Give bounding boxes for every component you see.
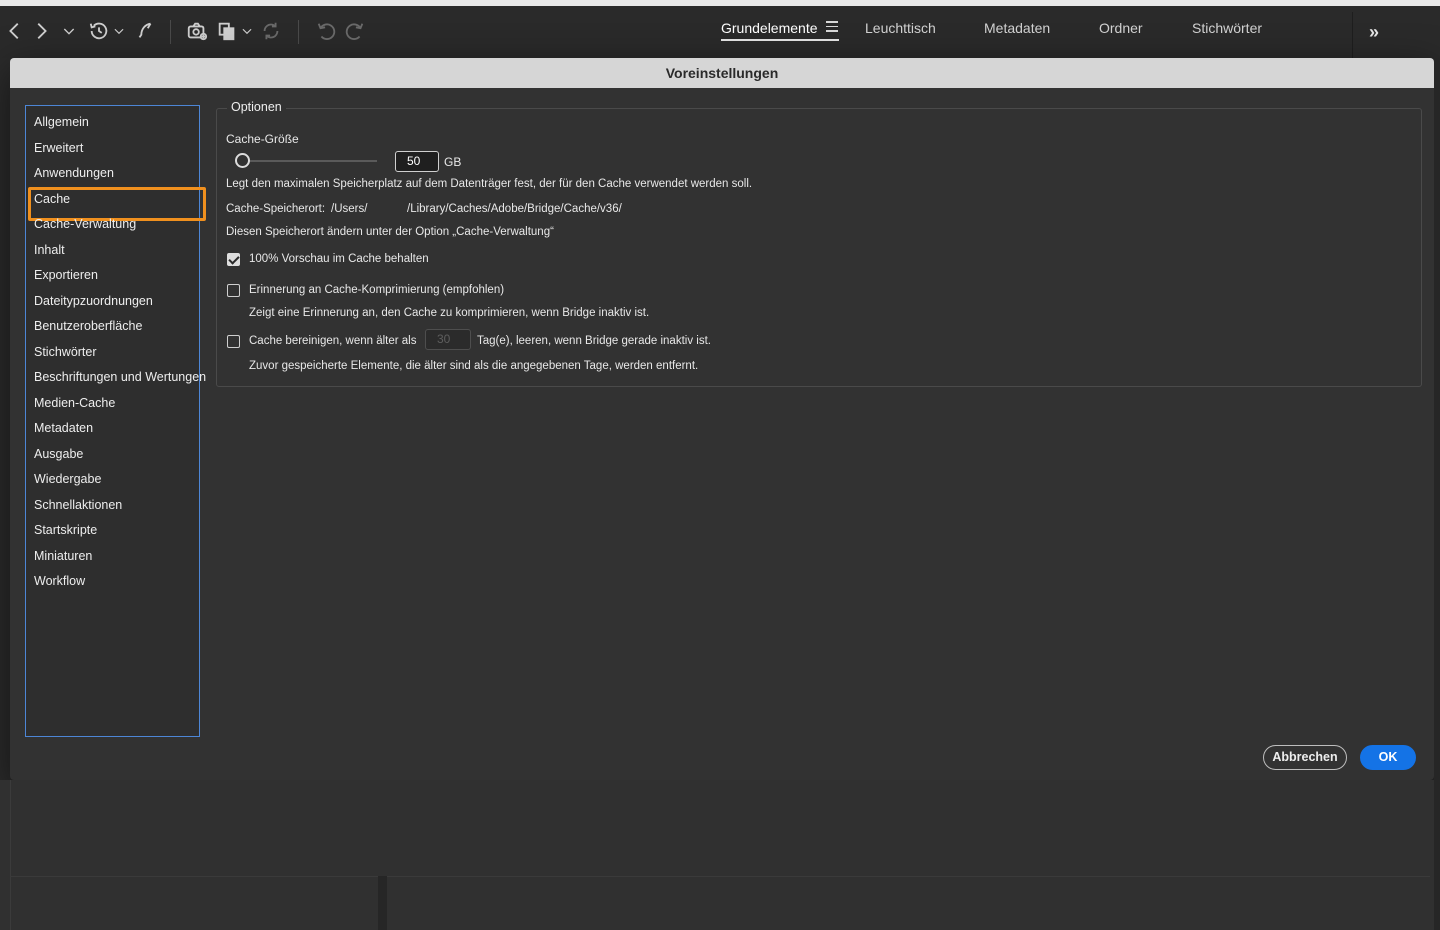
- tab-leuchttisch[interactable]: Leuchttisch: [865, 20, 936, 36]
- workspace-menu-icon[interactable]: [826, 21, 838, 33]
- camera-import-icon[interactable]: [184, 18, 210, 44]
- category-item[interactable]: Cache: [26, 186, 206, 220]
- active-tab-underline: [721, 39, 839, 41]
- background-right-edge: [1434, 58, 1440, 930]
- tab-stichwoerter[interactable]: Stichwörter: [1192, 20, 1262, 36]
- preferences-dialog: Voreinstellungen Allgemein Erweitert Anwen…: [10, 58, 1434, 780]
- category-item[interactable]: Anwendungen: [26, 161, 199, 187]
- dialog-title: Voreinstellungen: [10, 58, 1434, 88]
- category-item[interactable]: Startskripte: [26, 518, 199, 544]
- ok-button[interactable]: OK: [1360, 745, 1416, 770]
- cache-location-label: Cache-Speicherort:: [226, 203, 326, 215]
- compress-reminder-checkbox[interactable]: [227, 284, 240, 297]
- cache-size-description: Legt den maximalen Speicherplatz auf dem…: [226, 178, 753, 190]
- cache-size-slider-thumb[interactable]: [235, 153, 250, 168]
- boomerang-icon[interactable]: [132, 18, 158, 44]
- cache-size-label: Cache-Größe: [226, 132, 299, 146]
- category-item[interactable]: Benutzeroberfläche: [26, 314, 199, 340]
- category-item[interactable]: Wiedergabe: [26, 467, 199, 493]
- background-workspace: [0, 780, 1440, 930]
- purge-cache-description: Zuvor gespeicherte Elemente, die älter s…: [249, 360, 699, 372]
- category-item[interactable]: Inhalt: [26, 238, 199, 264]
- category-item[interactable]: Workflow: [26, 569, 199, 595]
- dropdown-chevron-icon[interactable]: [56, 18, 82, 44]
- category-item[interactable]: Metadaten: [26, 416, 199, 442]
- preferences-category-list: Allgemein Erweitert Anwendungen Cache Cache-…: [25, 105, 206, 737]
- category-item[interactable]: Miniaturen: [26, 544, 199, 570]
- cache-location-hint: Diesen Speicherort ändern unter der Opti…: [226, 226, 554, 238]
- background-panel-splitter[interactable]: [378, 876, 387, 930]
- purge-days-input[interactable]: 30: [425, 329, 471, 350]
- copy-dropdown-icon[interactable]: [234, 18, 260, 44]
- toolbar-separator: [170, 20, 171, 44]
- category-item[interactable]: Stichwörter: [26, 340, 199, 366]
- cache-size-slider-track[interactable]: [247, 160, 377, 162]
- category-item[interactable]: Dateitypzuordnungen: [26, 289, 199, 315]
- category-item[interactable]: Medien-Cache: [26, 391, 199, 417]
- more-workspaces-icon[interactable]: »: [1369, 22, 1379, 43]
- forward-icon[interactable]: [28, 18, 54, 44]
- purge-cache-label-suffix: Tag(e), leeren, wenn Bridge gerade inakt…: [477, 335, 711, 347]
- background-panel-edge: [10, 780, 11, 930]
- toolbar: Grundelemente Leuchttisch Metadaten Ordn…: [0, 6, 1440, 64]
- cancel-button[interactable]: Abbrechen: [1263, 745, 1347, 770]
- cache-size-unit: GB: [444, 155, 462, 169]
- recent-dropdown-icon[interactable]: [106, 18, 132, 44]
- toolbar-separator: [298, 20, 299, 44]
- tab-ordner[interactable]: Ordner: [1099, 20, 1143, 36]
- background-panel-divider: [10, 876, 1430, 877]
- tab-metadaten[interactable]: Metadaten: [984, 20, 1050, 36]
- purge-cache-checkbox[interactable]: [227, 335, 240, 348]
- category-item[interactable]: Erweitert: [26, 136, 199, 162]
- tab-grundelemente[interactable]: Grundelemente: [721, 20, 818, 36]
- compress-reminder-label: Erinnerung an Cache-Komprimierung (empfo…: [249, 284, 505, 296]
- rotate-right-icon[interactable]: [342, 18, 368, 44]
- category-item[interactable]: Allgemein: [26, 110, 199, 136]
- rotate-left-icon[interactable]: [313, 18, 339, 44]
- toolbar-divider: [1352, 12, 1353, 64]
- category-item[interactable]: Exportieren: [26, 263, 199, 289]
- category-item[interactable]: Schnellaktionen: [26, 493, 199, 519]
- keep-preview-label: 100% Vorschau im Cache behalten: [249, 253, 429, 265]
- refresh-icon[interactable]: [258, 18, 284, 44]
- back-icon[interactable]: [2, 18, 28, 44]
- purge-cache-label: Cache bereinigen, wenn älter als: [249, 335, 417, 347]
- compress-reminder-description: Zeigt eine Erinnerung an, den Cache zu k…: [249, 307, 650, 319]
- options-legend: Optionen: [227, 100, 286, 114]
- category-item[interactable]: Beschriftungen und Wertungen: [26, 365, 206, 391]
- cache-location-prefix: /Users/: [331, 203, 368, 215]
- category-item[interactable]: Ausgabe: [26, 442, 199, 468]
- keep-preview-checkbox[interactable]: [227, 253, 240, 266]
- category-item[interactable]: Cache-Verwaltung: [26, 212, 199, 238]
- cache-size-input[interactable]: 50: [395, 151, 439, 172]
- cache-location-path: /Library/Caches/Adobe/Bridge/Cache/v36/: [407, 203, 622, 215]
